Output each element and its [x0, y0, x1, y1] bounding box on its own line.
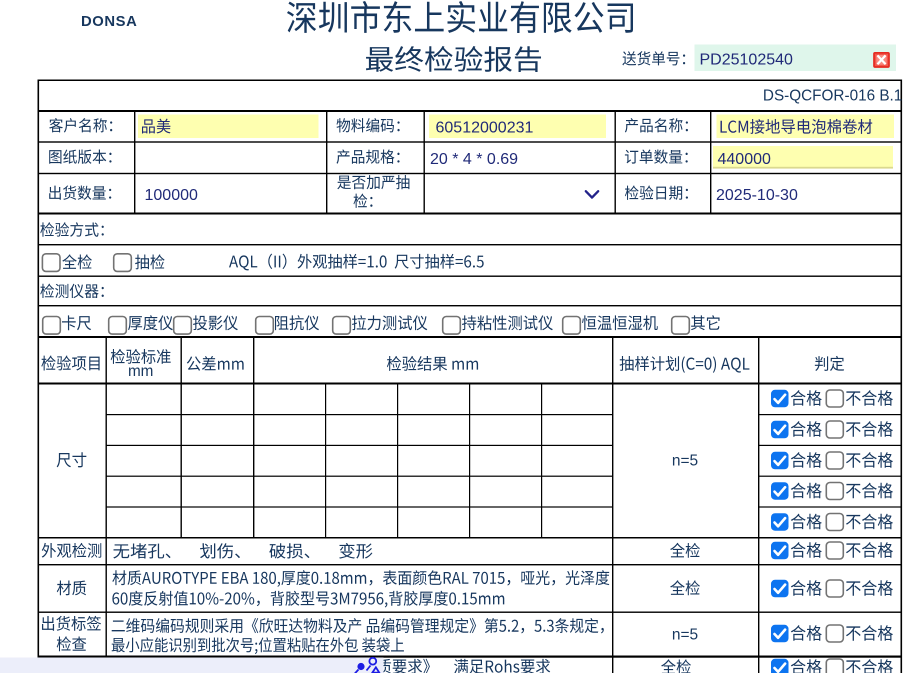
svg-text:PD25102540: PD25102540: [700, 52, 794, 69]
svg-text:60512000231: 60512000231: [436, 120, 534, 137]
svg-text:20 * 4 * 0.69: 20 * 4 * 0.69: [430, 151, 518, 168]
svg-text:mm: mm: [128, 363, 154, 380]
svg-text:DS-QCFOR-016 B.1: DS-QCFOR-016 B.1: [763, 88, 902, 105]
svg-text:n=5: n=5: [672, 453, 698, 470]
svg-text:n=5: n=5: [672, 627, 698, 644]
svg-text:440000: 440000: [718, 151, 771, 168]
svg-text:2025-10-30: 2025-10-30: [716, 187, 798, 204]
svg-text:DONSA: DONSA: [81, 14, 137, 30]
svg-text:100000: 100000: [145, 187, 198, 204]
